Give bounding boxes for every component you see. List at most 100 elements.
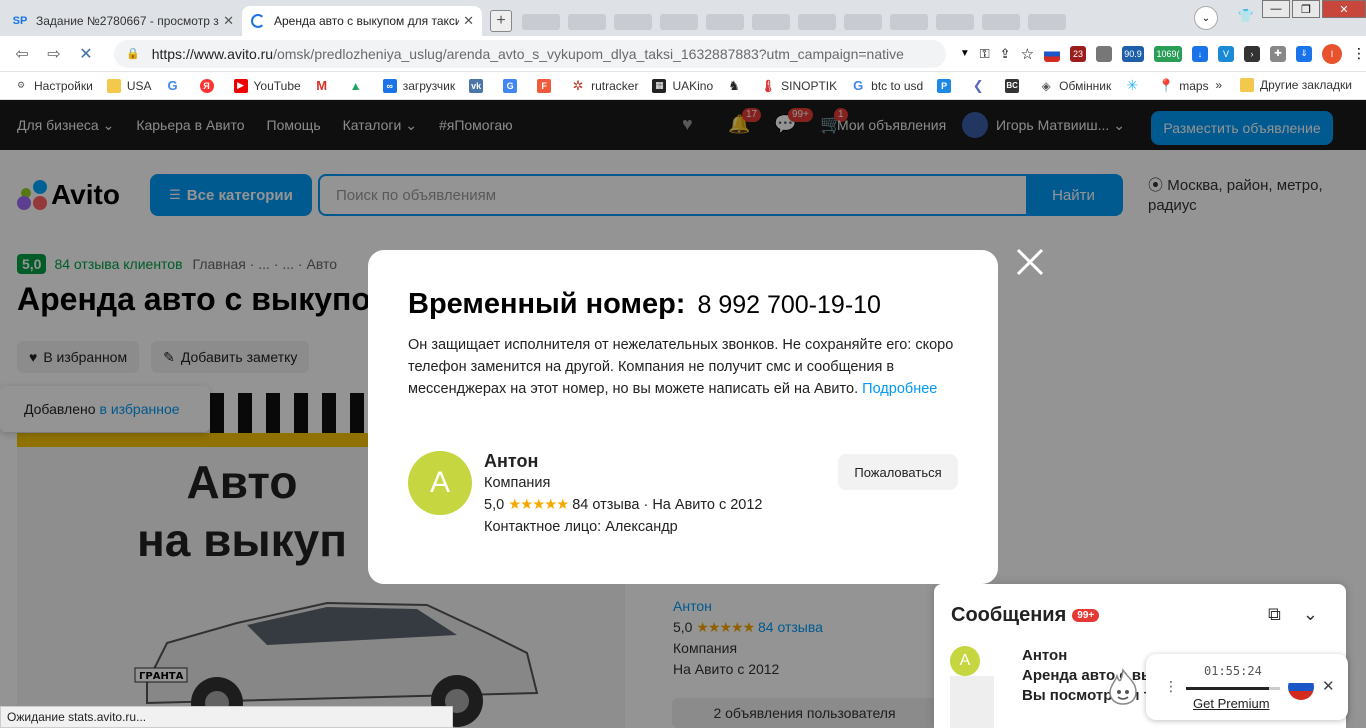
tab-placeholder[interactable] [706,14,744,30]
bookmark-translate[interactable]: G [503,78,523,93]
window-controls: — ❐ ✕ [1260,0,1366,20]
bookmark-yandex[interactable]: Я [199,78,220,93]
bookmark-settings[interactable]: ⚙ Настройки [14,79,93,93]
bookmark-arrow[interactable]: ❮ [971,78,991,93]
more-bookmarks-icon[interactable]: » [1215,78,1222,92]
bookmark-sinoptik[interactable]: 🌡 SINOPTIK [761,79,838,93]
close-icon[interactable]: ✕ [1322,677,1335,695]
close-window-icon[interactable]: ✕ [1322,0,1366,18]
p-icon: P [937,78,952,93]
bookmark-drive[interactable]: ▲ [349,79,369,93]
tab-placeholder[interactable] [982,14,1020,30]
contact-person: Контактное лицо: Александр [484,519,678,535]
bookmark-f[interactable]: F [537,78,557,93]
bookmark-p[interactable]: P [937,78,957,93]
chess-icon: ♞ [728,77,740,93]
ext-case-icon[interactable] [1096,45,1113,62]
tab-placeholder[interactable] [568,14,606,30]
bookmark-uakino[interactable]: ▦ UAKino [652,78,714,93]
flame-icon[interactable] [1106,668,1140,706]
tab-task[interactable]: SP Задание №2780667 - просмотр за ✕ [4,6,242,36]
bookmark-label: Обмінник [1059,78,1112,93]
tab-placeholder[interactable] [798,14,836,30]
browser-status-bar: Ожидание stats.avito.ru... [0,706,453,728]
key-icon[interactable]: ⚿ [980,46,990,62]
bookmark-label: rutracker [591,78,639,93]
bookmark-google[interactable]: G [166,78,186,93]
complain-button[interactable]: Пожаловаться [838,454,958,490]
flag-ru-icon[interactable] [1044,45,1061,62]
star-icon[interactable]: ☆ [1021,45,1034,63]
tab-placeholder[interactable] [844,14,882,30]
bookmark-loader[interactable]: ∞ загрузчик [382,78,456,93]
menu-dots-icon[interactable]: ⋮ [1164,678,1178,695]
progress-bar[interactable] [1186,687,1280,690]
url-host: https://www.avito.ru [151,45,274,62]
other-bookmarks[interactable]: Другие закладки [1260,78,1352,92]
tab-search-icon[interactable]: ⌄ [1194,6,1218,30]
maximize-icon[interactable]: ❐ [1292,0,1320,18]
tab-placeholder[interactable] [614,14,652,30]
tab-placeholder[interactable] [890,14,928,30]
ext-score-icon[interactable]: 90.9 [1122,45,1145,62]
google-icon: G [853,78,864,93]
bookmark-usa[interactable]: USA [106,78,152,93]
minimize-icon[interactable]: — [1262,0,1290,18]
tab-placeholder[interactable] [1028,14,1066,30]
seller-name: Антон [484,451,539,471]
dropdown-icon[interactable]: ▼ [960,48,970,59]
film-icon: ▦ [652,78,667,93]
bookmark-btc[interactable]: Gbtc to usd [851,78,923,93]
theme-icon[interactable]: 👕 [1238,8,1254,24]
close-modal-icon[interactable] [1014,246,1046,278]
bookmark-label: USA [126,78,152,93]
new-tab-button[interactable]: + [490,10,512,32]
close-tab-icon[interactable]: ✕ [223,13,234,29]
bookmark-exchange[interactable]: ◈ Обмінник [1039,78,1112,93]
bookmark-spark[interactable]: ✳ [1125,77,1145,93]
share-icon[interactable]: ⇪ [1000,46,1011,62]
ext-shield-icon[interactable]: 23 [1070,45,1087,62]
phone-number: 8 992 700-19-10 [697,291,881,319]
temporary-number-modal: Временный номер: 8 992 700-19-10 Он защи… [368,250,998,584]
more-link[interactable]: Подробнее [862,381,937,397]
extensions: ▼ ⚿ ⇪ ☆ 23 90.9 1069( ↓ V › ✚ ⇓ I ⋮ [960,43,1366,64]
forward-icon[interactable]: ⇨ [44,44,64,64]
ext-v-icon[interactable]: V [1218,45,1235,62]
flag-ru-icon[interactable] [1288,674,1314,700]
bookmark-vk[interactable]: vk [469,78,489,93]
bookmark-bc[interactable]: BC [1005,78,1025,93]
bookmark-chess[interactable]: ♞ [727,77,747,93]
open-external-icon[interactable]: ⧉ [1268,604,1281,625]
bookmark-maps[interactable]: 📍 maps [1158,78,1209,93]
chevron-down-icon[interactable]: ⌄ [1303,604,1318,625]
ext-bitcoin-icon[interactable]: 1069( [1154,45,1183,62]
lock-icon: 🔒 [126,48,140,60]
url-input[interactable]: 🔒 https://www.avito.ru/omsk/predlozheniy… [114,39,946,68]
bookmark-gmail[interactable]: M [315,78,335,93]
back-icon[interactable]: ⇦ [12,44,32,64]
tab-avito[interactable]: Аренда авто с выкупом для такси ✕ [242,6,482,36]
bookmark-rutracker[interactable]: ✲ rutracker [571,78,639,93]
url-path: /omsk/predlozheniya_uslug/arenda_avto_s_… [273,45,904,62]
close-tab-icon[interactable]: ✕ [463,13,474,29]
messages-header: Сообщения 99+ [951,604,1100,627]
modal-title-label: Временный номер: [408,288,686,320]
profile-avatar-icon[interactable]: I [1322,43,1343,64]
puzzle-icon[interactable]: ✚ [1270,45,1287,62]
tab-placeholder[interactable] [522,14,560,30]
tab-placeholder[interactable] [660,14,698,30]
bookmark-label: maps [1179,78,1209,93]
stop-icon[interactable]: ✕ [76,44,96,64]
bookmark-label: загрузчик [402,78,456,93]
menu-icon[interactable]: ⋮ [1352,45,1366,62]
downloads-icon[interactable]: ⇓ [1296,45,1313,62]
ext-download-icon[interactable]: ↓ [1192,45,1209,62]
tab-placeholder[interactable] [936,14,974,30]
tab-placeholder[interactable] [752,14,790,30]
bookmark-youtube[interactable]: ▶ YouTube [233,78,301,93]
gear-icon: ⚙ [16,80,26,90]
bookmark-label: UAKino [672,78,714,93]
ext-terminal-icon[interactable]: › [1244,45,1261,62]
get-premium-link[interactable]: Get Premium [1193,696,1270,711]
